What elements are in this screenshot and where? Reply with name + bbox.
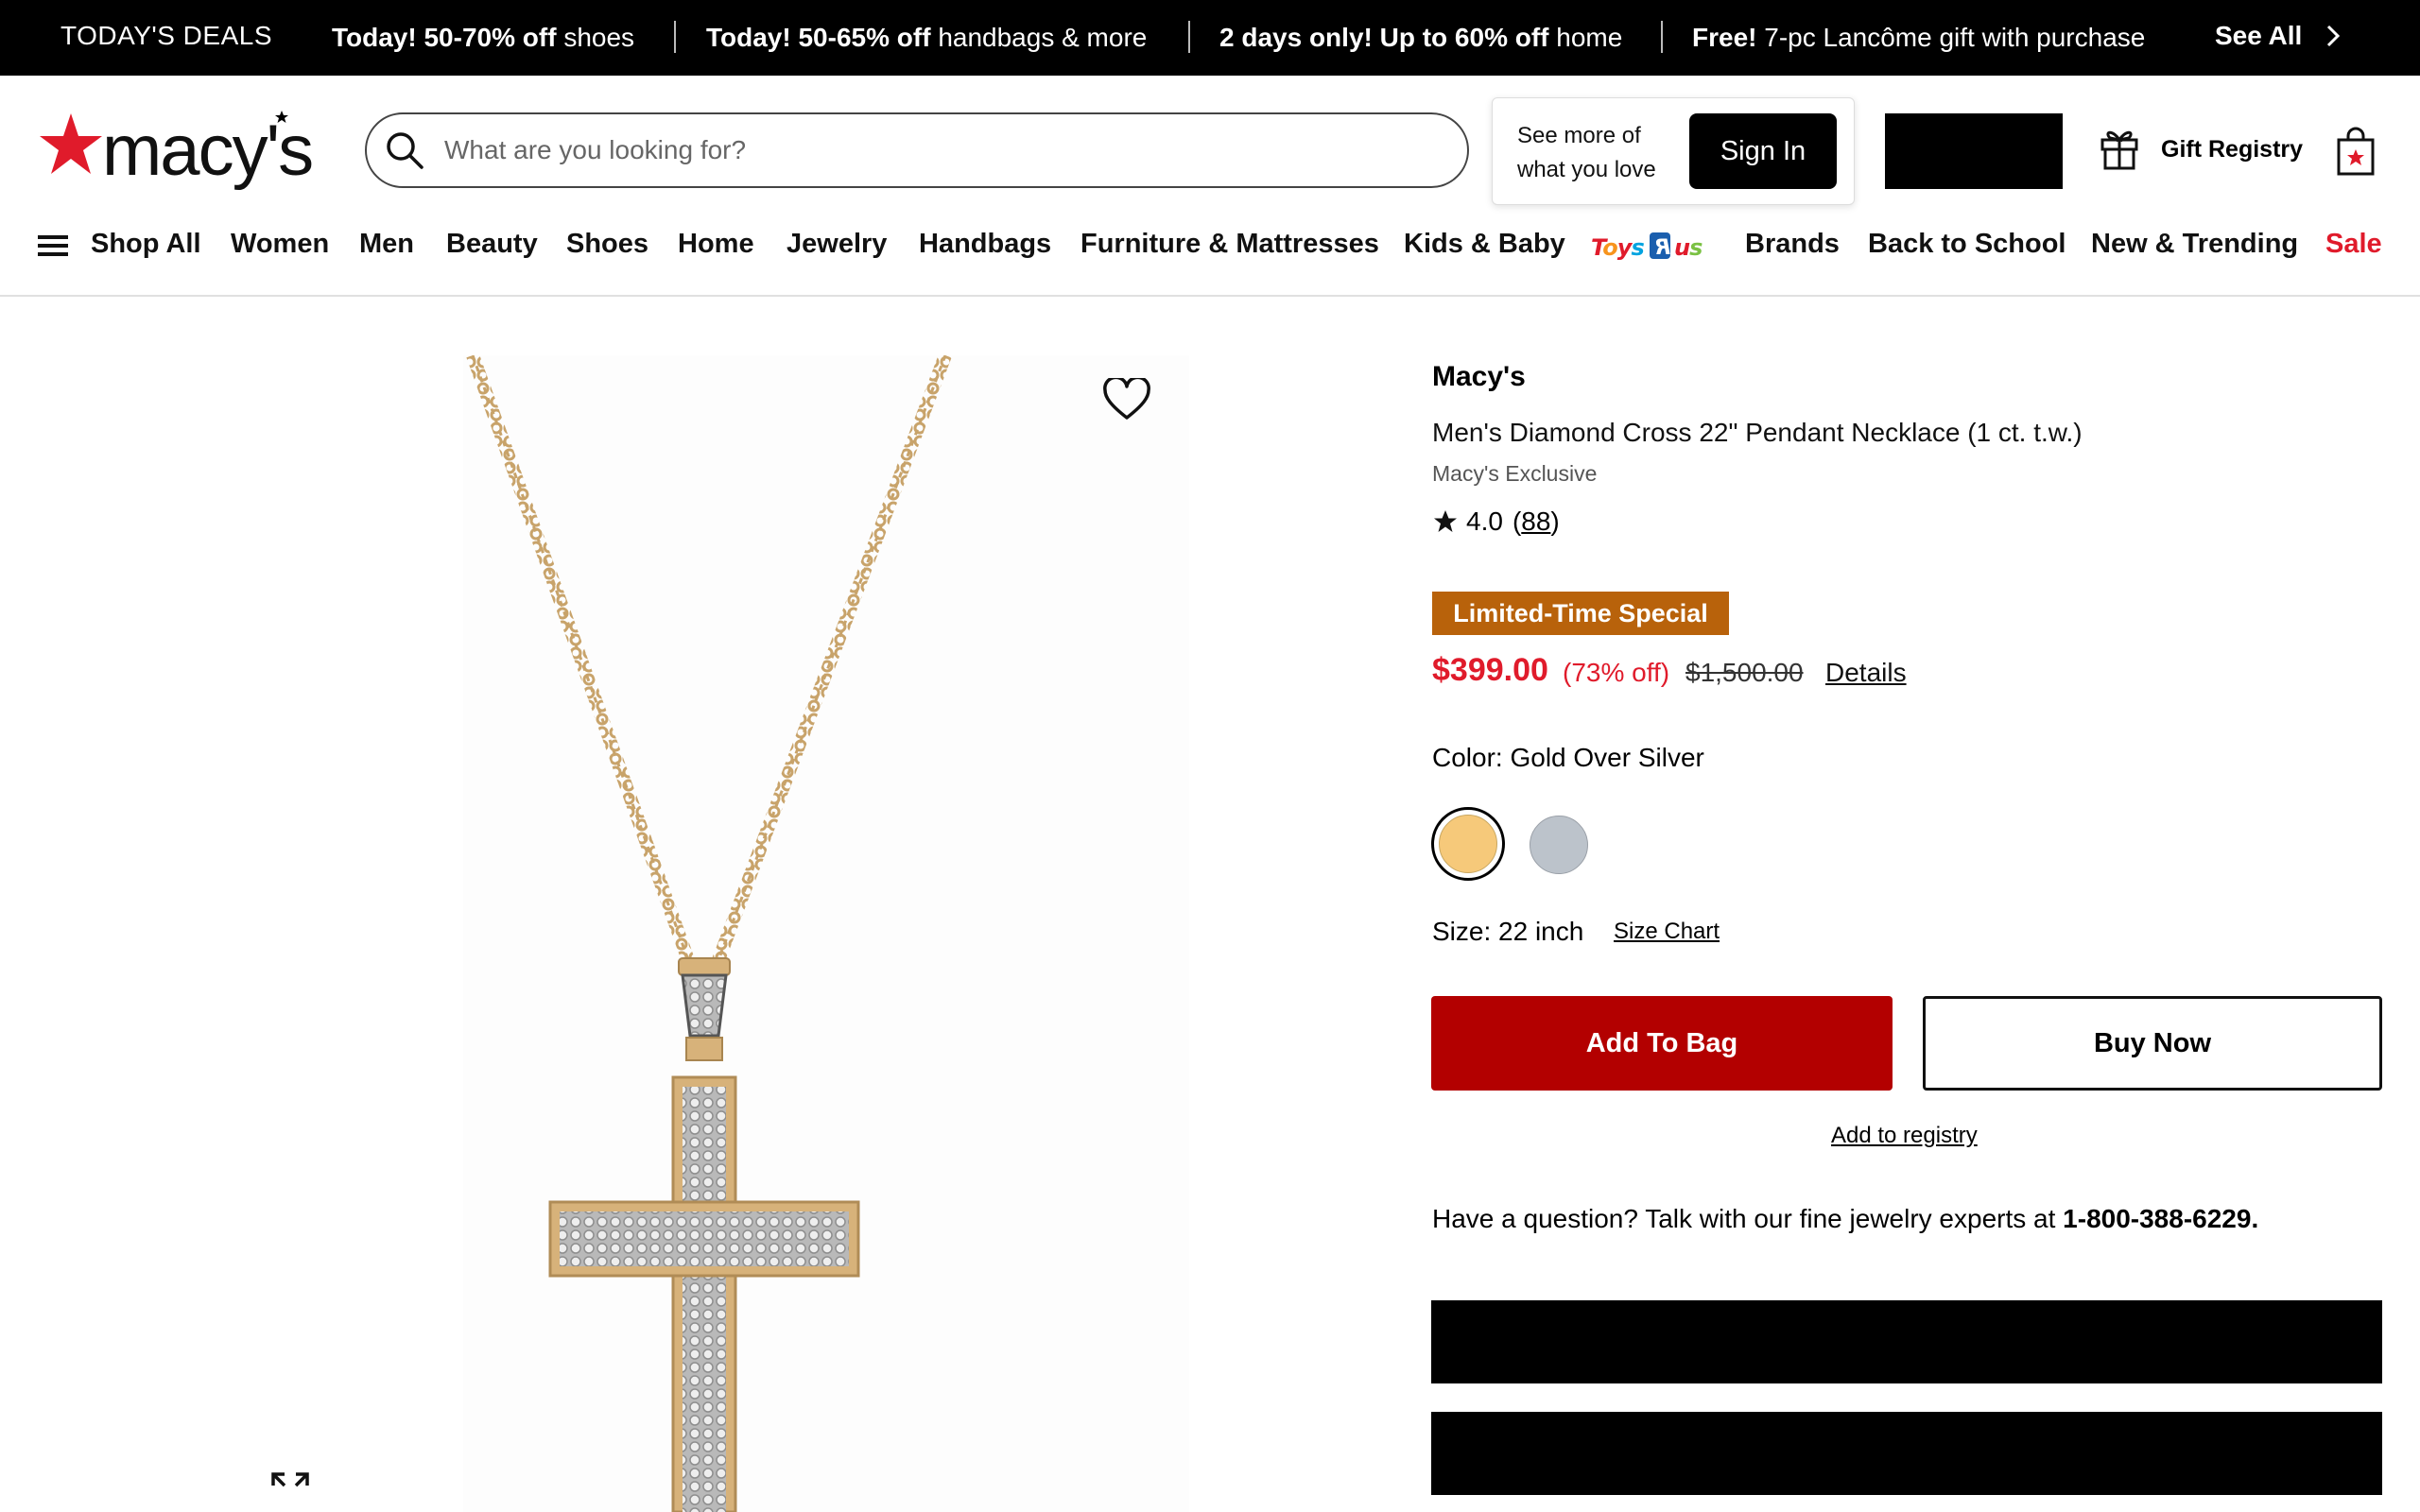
size-chart-link[interactable]: Size Chart: [1614, 919, 1720, 945]
gift-registry-label: Gift Registry: [2161, 136, 2304, 163]
product-rating[interactable]: 4.0 (88): [1432, 507, 1560, 537]
signin-prompt: See more of what you love: [1517, 123, 1656, 182]
product-image[interactable]: [463, 352, 1189, 1512]
jewelry-question: Have a question? Talk with our fine jewe…: [1432, 1204, 2258, 1234]
expand-image-icon[interactable]: [269, 1470, 311, 1512]
original-price: $1,500.00: [1685, 658, 1804, 687]
nav-kids-baby[interactable]: Kids & Baby: [1404, 229, 1565, 260]
nav-home[interactable]: Home: [678, 229, 754, 260]
product-title: Men's Diamond Cross 22" Pendant Necklace…: [1432, 418, 2083, 447]
product-brand[interactable]: Macy's: [1432, 361, 1526, 393]
search-bar[interactable]: [365, 112, 1469, 188]
deal-divider: [1661, 21, 1663, 53]
nav-furniture-mattresses[interactable]: Furniture & Mattresses: [1080, 229, 1379, 260]
nav-shoes[interactable]: Shoes: [566, 229, 648, 260]
phone-number[interactable]: 1-800-388-6229.: [2063, 1204, 2258, 1233]
deal-divider: [674, 21, 676, 53]
search-input[interactable]: [444, 131, 1390, 169]
nav-men[interactable]: Men: [359, 229, 414, 260]
deal-home[interactable]: 2 days only! Up to 60% off home: [1219, 23, 1622, 53]
add-to-registry-link[interactable]: Add to registry: [1831, 1123, 1978, 1149]
deal-handbags[interactable]: Today! 50-65% off handbags & more: [706, 23, 1147, 53]
redacted-bar: [1431, 1300, 2382, 1383]
deal-divider: [1188, 21, 1190, 53]
nav-new-trending[interactable]: New & Trending: [2091, 229, 2298, 260]
add-to-bag-button[interactable]: Add To Bag: [1431, 996, 1893, 1091]
search-icon[interactable]: [384, 129, 425, 176]
gift-icon: [2100, 130, 2138, 170]
nav-shop-all[interactable]: Shop All: [91, 229, 201, 260]
toysrus-logo-graphic: Toys R us: [1591, 232, 1703, 261]
buy-now-button[interactable]: Buy Now: [1923, 996, 2382, 1091]
svg-text:R: R: [1655, 236, 1670, 260]
see-all-link[interactable]: See All: [2215, 21, 2302, 51]
hamburger-menu-icon[interactable]: [38, 232, 68, 264]
color-swatch-gold[interactable]: [1439, 815, 1497, 873]
logo-small-star-icon: [275, 111, 288, 123]
macys-logo[interactable]: macy's: [38, 111, 314, 191]
nav-handbags[interactable]: Handbags: [919, 229, 1051, 260]
svg-text:us: us: [1674, 234, 1703, 261]
chevron-right-icon[interactable]: [2324, 23, 2342, 56]
star-icon: [1434, 510, 1457, 532]
nav-sale[interactable]: Sale: [2325, 229, 2382, 260]
color-swatch-silver[interactable]: [1530, 816, 1588, 874]
necklace-pendant-image: [466, 352, 952, 1512]
redacted-block: [1885, 113, 2063, 189]
nav-beauty[interactable]: Beauty: [446, 229, 538, 260]
percent-off: (73% off): [1563, 658, 1670, 687]
deal-lancome[interactable]: Free! 7-pc Lancôme gift with purchase: [1692, 23, 2145, 53]
heart-wishlist-icon[interactable]: [1102, 375, 1151, 426]
macys-star-icon: [40, 113, 102, 174]
redacted-bar: [1431, 1412, 2382, 1495]
sale-price: $399.00: [1432, 652, 1548, 688]
logo-wordmark: macy's: [102, 111, 314, 191]
svg-text:Toys: Toys: [1591, 234, 1644, 261]
limited-time-badge: Limited-Time Special: [1432, 592, 1729, 635]
signin-card: See more of what you love Sign In: [1492, 97, 1855, 205]
review-count-link[interactable]: 88: [1521, 507, 1550, 537]
exclusive-label: Macy's Exclusive: [1432, 461, 1598, 486]
main-nav: Shop All Women Men Beauty Shoes Home Jew…: [0, 217, 2420, 297]
nav-brands[interactable]: Brands: [1745, 229, 1840, 260]
color-label: Color: Gold Over Silver: [1432, 743, 1704, 772]
nav-jewelry[interactable]: Jewelry: [786, 229, 887, 260]
nav-women[interactable]: Women: [231, 229, 329, 260]
shopping-bag-icon[interactable]: [2335, 127, 2377, 180]
deals-banner: TODAY'S DEALS Today! 50-70% off shoes To…: [0, 0, 2420, 76]
size-label: Size: 22 inch: [1432, 917, 1584, 946]
toysrus-logo[interactable]: Toys R us: [1591, 227, 1710, 271]
deal-shoes[interactable]: Today! 50-70% off shoes: [332, 23, 634, 53]
sign-in-button[interactable]: Sign In: [1689, 113, 1837, 189]
rating-value: 4.0: [1466, 507, 1503, 536]
price-details-link[interactable]: Details: [1825, 658, 1907, 688]
todays-deals-label[interactable]: TODAY'S DEALS: [60, 21, 272, 51]
question-text: Have a question? Talk with our fine jewe…: [1432, 1204, 2056, 1233]
nav-back-to-school[interactable]: Back to School: [1868, 229, 2066, 260]
